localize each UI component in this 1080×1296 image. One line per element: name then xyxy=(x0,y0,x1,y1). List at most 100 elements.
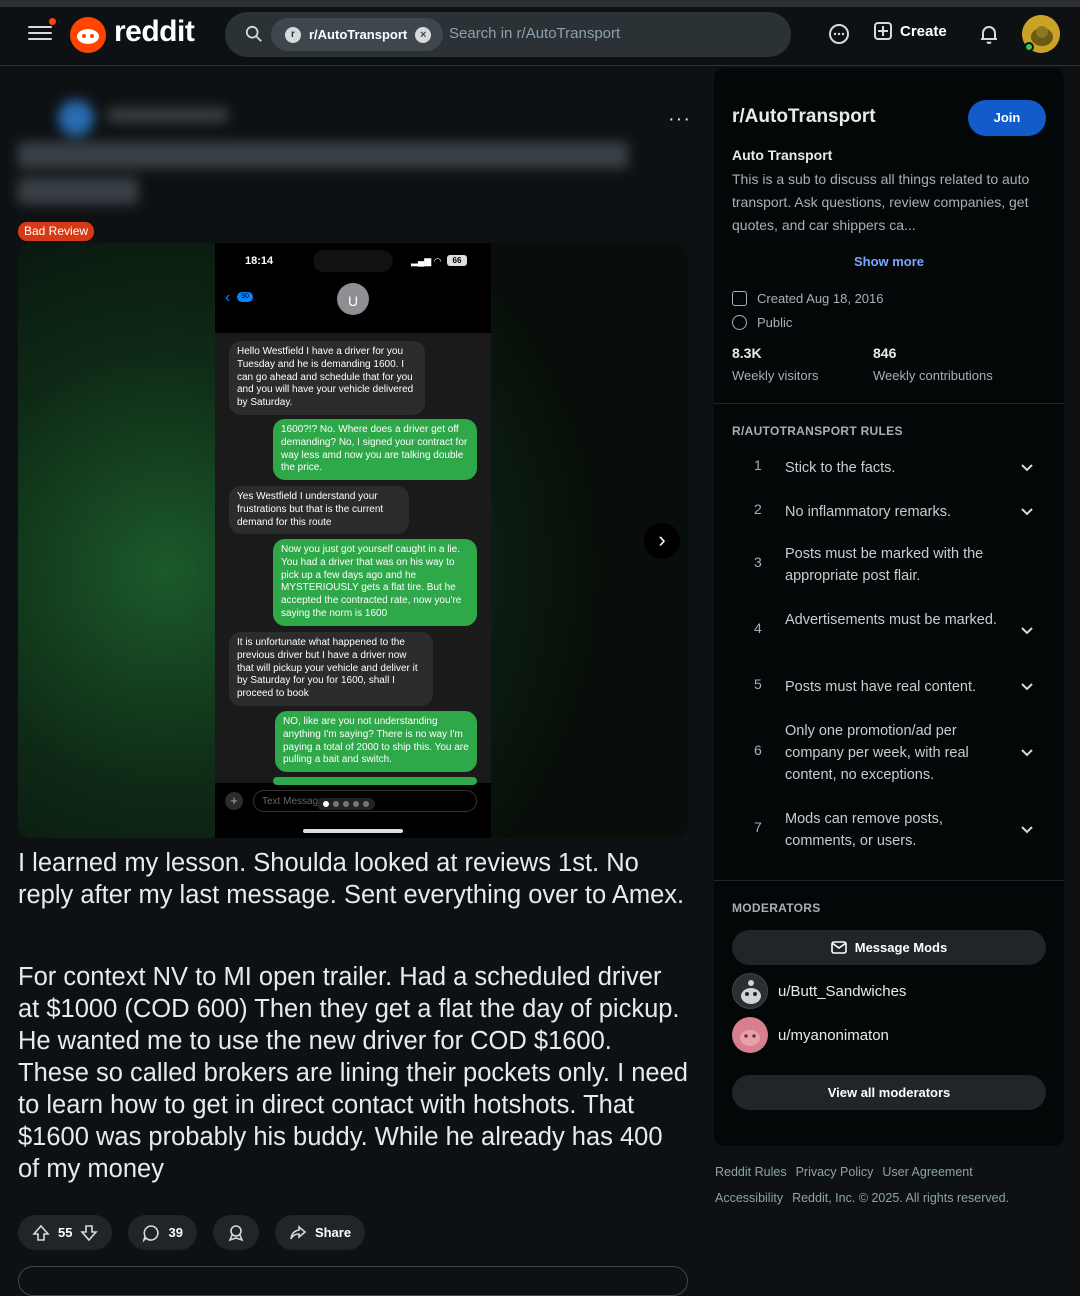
chevron-down-icon[interactable] xyxy=(1020,680,1034,694)
post-flair-badge[interactable]: Bad Review xyxy=(18,222,95,241)
footer-link[interactable]: Privacy Policy xyxy=(796,1165,874,1179)
moderator-item[interactable]: u/myanonimaton xyxy=(732,1017,889,1053)
chat-icon[interactable] xyxy=(827,22,851,46)
upvote-icon[interactable] xyxy=(32,1224,50,1242)
create-label: Create xyxy=(900,22,947,40)
rule-item[interactable]: 4 Advertisements must be marked. xyxy=(732,609,1050,653)
rule-number: 5 xyxy=(754,676,762,692)
downvote-icon[interactable] xyxy=(80,1224,99,1242)
rule-item[interactable]: 1 Stick to the facts. xyxy=(732,457,1050,479)
text-message-screenshot: 18:14 ▂▄▆ ◠ 66 ‹ 90 U Hello Westfield I … xyxy=(215,243,491,838)
post-header-blurred xyxy=(18,98,638,208)
rule-number: 1 xyxy=(754,457,762,473)
message-mods-button[interactable]: Message Mods xyxy=(732,930,1046,965)
rule-item[interactable]: 3 Posts must be marked with the appropri… xyxy=(732,543,1050,587)
battery-icon: 66 xyxy=(447,255,467,266)
visibility: Public xyxy=(732,315,792,330)
search-icon xyxy=(245,25,262,42)
snoo-avatar-icon xyxy=(740,1030,760,1046)
chevron-down-icon[interactable] xyxy=(1020,746,1034,760)
comments-button[interactable]: 39 xyxy=(128,1215,197,1250)
contact-avatar: U xyxy=(337,283,369,315)
rule-number: 7 xyxy=(754,819,762,835)
gallery-next-chevron-icon[interactable]: › xyxy=(644,523,680,559)
moderators-header: MODERATORS xyxy=(732,901,821,915)
online-status-dot xyxy=(1024,42,1034,52)
rules-header: R/AUTOTRANSPORT RULES xyxy=(732,424,903,438)
post-image-gallery[interactable]: 18:14 ▂▄▆ ◠ 66 ‹ 90 U Hello Westfield I … xyxy=(18,243,688,838)
share-label: Share xyxy=(314,1225,352,1240)
comment-icon xyxy=(143,1224,160,1242)
rule-text: No inflammatory remarks. xyxy=(785,504,951,520)
rule-item[interactable]: 5 Posts must have real content. xyxy=(732,676,1050,698)
community-title: Auto Transport xyxy=(732,147,833,163)
vote-count: 55 xyxy=(58,1225,73,1240)
mail-icon xyxy=(830,941,847,954)
reddit-logo-icon[interactable] xyxy=(70,17,106,53)
footer-link[interactable]: User Agreement xyxy=(882,1165,972,1179)
show-more-link[interactable]: Show more xyxy=(714,254,1064,269)
chevron-down-icon[interactable] xyxy=(1020,823,1034,837)
rule-number: 3 xyxy=(754,554,762,570)
message-bubble-outgoing: 1600?!? No. Where does a driver get off … xyxy=(273,419,477,481)
footer-links: Accessibility Reddit, Inc. © 2025. All r… xyxy=(715,1191,1009,1205)
created-date-text: Created Aug 18, 2016 xyxy=(757,291,884,306)
share-button[interactable]: Share xyxy=(274,1215,366,1250)
moderator-item[interactable]: u/Butt_Sandwiches xyxy=(732,973,906,1009)
rule-item[interactable]: 6 Only one promotion/ad per company per … xyxy=(732,720,1050,786)
create-button[interactable]: Create xyxy=(874,22,947,40)
phone-time: 18:14 xyxy=(245,255,274,267)
top-strip xyxy=(0,0,1080,7)
post-overflow-menu-icon[interactable]: ··· xyxy=(668,108,691,131)
message-mods-label: Message Mods xyxy=(854,940,948,955)
divider xyxy=(714,880,1064,881)
message-bubble-incoming: Hello Westfield I have a driver for you … xyxy=(229,341,425,415)
community-sidebar: r/AutoTransport Join Auto Transport This… xyxy=(714,68,1064,1146)
moderator-avatar xyxy=(732,1017,768,1053)
rule-item[interactable]: 2 No inflammatory remarks. xyxy=(732,501,1050,523)
plus-icon: + xyxy=(225,792,243,810)
moderator-name: u/Butt_Sandwiches xyxy=(778,982,907,1000)
search-input[interactable]: Search in r/AutoTransport xyxy=(449,25,620,42)
cake-icon xyxy=(732,291,747,306)
search-bar[interactable]: r r/AutoTransport × Search in r/AutoTran… xyxy=(225,12,791,57)
post-body-paragraph: For context NV to MI open trailer. Had a… xyxy=(18,963,688,1183)
copyright-text: Reddit, Inc. © 2025. All rights reserved… xyxy=(792,1191,1010,1205)
clear-chip-icon[interactable]: × xyxy=(415,26,432,43)
snoo-avatar-icon xyxy=(741,980,761,1004)
share-icon xyxy=(290,1224,307,1239)
reddit-wordmark[interactable]: reddit xyxy=(114,15,195,49)
gallery-page-dots[interactable] xyxy=(317,798,375,810)
footer-links: Reddit Rules Privacy Policy User Agreeme… xyxy=(715,1165,973,1179)
rule-item[interactable]: 7 Mods can remove posts, comments, or us… xyxy=(732,808,1050,852)
rule-text: Advertisements must be marked. xyxy=(785,612,997,628)
message-bubble-outgoing: NO, like are you not understanding anyth… xyxy=(275,711,477,773)
moderator-avatar xyxy=(732,973,768,1009)
award-button[interactable] xyxy=(212,1215,259,1250)
join-button[interactable]: Join xyxy=(968,100,1046,136)
footer-link[interactable]: Reddit Rules xyxy=(715,1165,787,1179)
chevron-down-icon[interactable] xyxy=(1020,624,1034,638)
plus-icon xyxy=(874,22,892,40)
award-icon xyxy=(228,1224,244,1241)
message-bubble-incoming: Yes Westfield I understand your frustrat… xyxy=(229,486,409,535)
created-date: Created Aug 18, 2016 xyxy=(732,291,884,306)
community-name[interactable]: r/AutoTransport xyxy=(732,106,876,128)
top-navigation-bar: reddit r r/AutoTransport × Search in r/A… xyxy=(0,0,1080,66)
view-all-moderators-button[interactable]: View all moderators xyxy=(732,1075,1046,1110)
add-comment-input[interactable] xyxy=(18,1266,688,1296)
menu-icon[interactable] xyxy=(28,18,56,44)
globe-icon xyxy=(732,315,747,330)
subreddit-search-chip[interactable]: r r/AutoTransport × xyxy=(271,18,444,51)
chevron-down-icon[interactable] xyxy=(1020,505,1034,519)
notifications-bell-icon[interactable] xyxy=(977,22,1001,46)
weekly-visitors-label: Weekly visitors xyxy=(732,368,819,383)
vote-control: 55 xyxy=(18,1215,113,1250)
message-bubble-outgoing-partial xyxy=(273,777,477,785)
back-count-badge: 90 xyxy=(237,292,253,302)
community-description: This is a sub to discuss all things rela… xyxy=(732,171,1030,233)
back-chevron-icon: ‹ xyxy=(225,289,231,306)
footer-link[interactable]: Accessibility xyxy=(715,1191,783,1205)
message-bubble-outgoing: Now you just got yourself caught in a li… xyxy=(273,539,477,626)
chevron-down-icon[interactable] xyxy=(1020,461,1034,475)
